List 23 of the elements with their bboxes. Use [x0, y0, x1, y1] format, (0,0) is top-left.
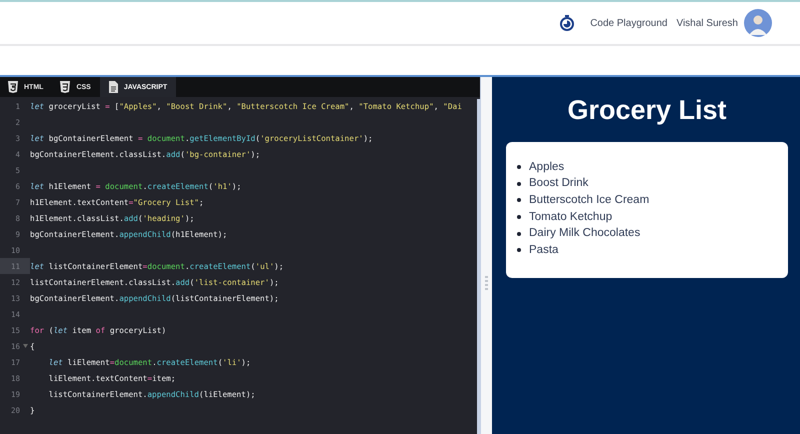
splitter-handle[interactable] — [480, 77, 492, 434]
bullet-icon — [517, 232, 521, 236]
bullet-icon — [517, 165, 521, 170]
list-item: Butterscotch Ice Cream — [529, 192, 650, 208]
bullet-icon — [517, 182, 521, 186]
nav-link[interactable]: Code Playground — [590, 18, 668, 28]
bullet-icon — [517, 198, 521, 202]
code-editor[interactable] — [0, 77, 480, 434]
page-heading: Grocery List — [566, 94, 728, 127]
bullet-icon — [517, 215, 521, 220]
fold-caret-icon[interactable] — [22, 344, 28, 348]
list-item: Boost Drink — [529, 176, 588, 192]
avatar[interactable] — [744, 9, 772, 37]
stopwatch-icon[interactable] — [560, 15, 574, 31]
css3-icon — [59, 81, 72, 93]
list-item: Apples — [529, 160, 564, 175]
list-item: Tomato Ketchup — [529, 210, 612, 225]
user-name: Vishal Suresh — [676, 18, 738, 28]
list-item: Pasta — [529, 242, 558, 258]
file-icon — [106, 81, 119, 93]
scrollbar[interactable] — [477, 99, 480, 434]
list-item: Dairy Milk Chocolates — [529, 226, 640, 242]
bullet-icon — [517, 248, 521, 252]
